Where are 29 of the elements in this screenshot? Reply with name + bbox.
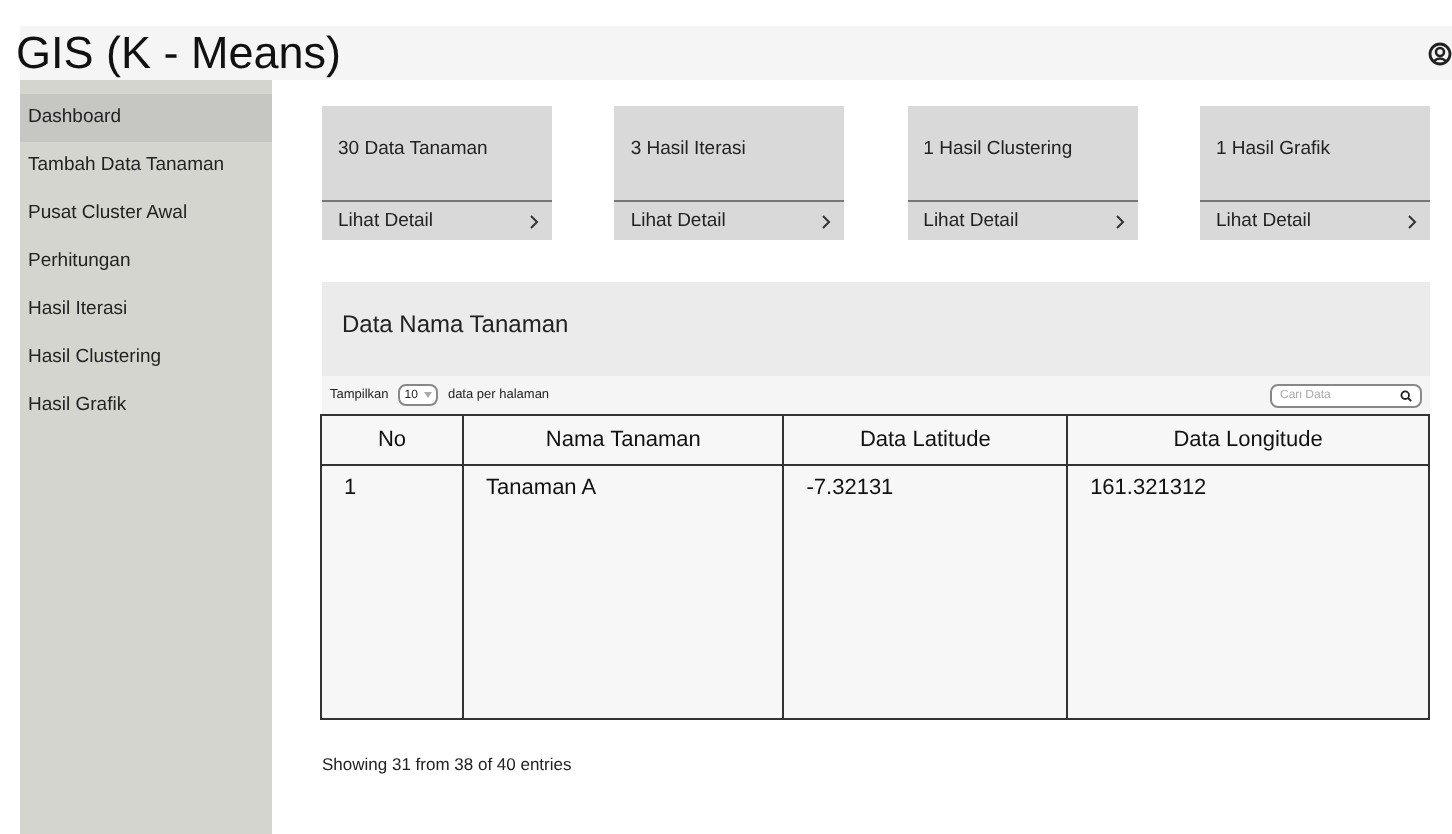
table-cell: 161.321312 [1067,465,1429,719]
card-title: 1 Hasil Grafik [1213,136,1332,164]
entries-info: Showing 31 from 38 of 40 entries [322,754,574,774]
sidebar-item[interactable]: Tambah Data Tanaman [20,142,272,190]
chevron-right-icon [820,213,833,229]
user-icon[interactable] [1427,41,1452,65]
table-cell: -7.32131 [783,465,1068,719]
column-header: Data Latitude [783,415,1068,465]
caret-icon [423,392,432,398]
column-header: Nama Tanaman [463,415,784,465]
panel-title: Data Nama Tanaman [342,309,569,337]
sidebar-item[interactable]: Perhitungan [20,238,272,286]
sidebar-item[interactable]: Hasil Grafik [20,382,272,430]
sidebar-item[interactable]: Hasil Iterasi [20,286,272,334]
table-cell: Tanaman A [463,465,784,719]
column-header: Data Longitude [1067,415,1429,465]
app-title: GIS (K - Means) [16,26,342,80]
chevron-right-icon [1405,213,1418,229]
card-title: 30 Data Tanaman [336,136,490,164]
column-header: No [321,415,464,465]
sidebar-item[interactable]: Pusat Cluster Awal [20,190,272,238]
search-icon[interactable] [1400,389,1412,401]
chevron-right-icon [1113,213,1126,229]
table-cell: 1 [321,465,464,719]
sidebar-item[interactable]: Hasil Clustering [20,334,272,382]
sidebar-item[interactable]: Dashboard [20,94,272,142]
card-title: 3 Hasil Iterasi [628,136,748,164]
card-title: 1 Hasil Clustering [921,136,1075,164]
chevron-right-icon [528,213,540,229]
